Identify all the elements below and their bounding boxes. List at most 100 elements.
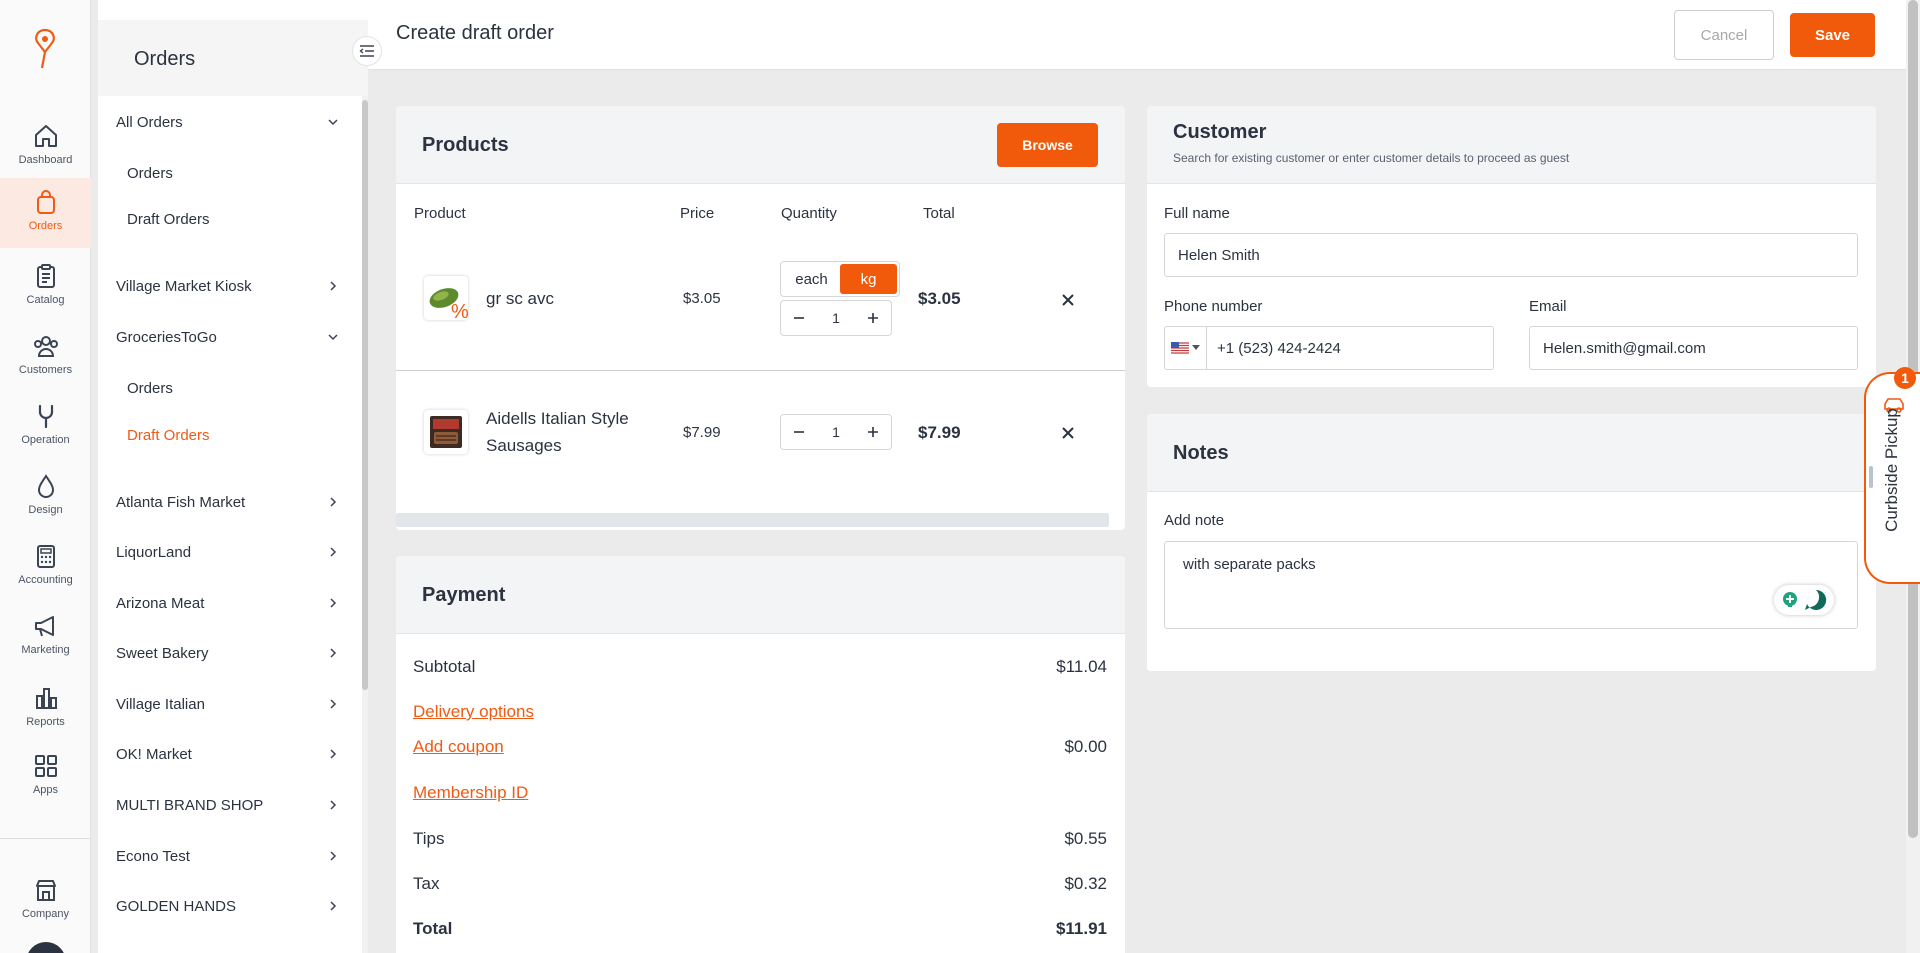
rail-label: Orders: [28, 220, 63, 232]
chevron-right-icon: [330, 648, 337, 658]
increment-button[interactable]: [863, 422, 883, 442]
rail-item-design[interactable]: Design: [0, 462, 91, 532]
nav-label: Sweet Bakery: [116, 644, 209, 662]
nav-store-item[interactable]: LiquorLand: [98, 532, 356, 572]
rail-item-apps[interactable]: Apps: [0, 742, 91, 812]
column-header-total: Total: [923, 205, 955, 222]
rail-item-reports[interactable]: Reports: [0, 674, 91, 744]
nav-label: OK! Market: [116, 745, 192, 763]
rail-item-company[interactable]: Company: [0, 866, 91, 936]
wrench-icon: [38, 404, 53, 429]
sidebar-title: Orders: [134, 48, 196, 70]
nav-store-item[interactable]: Sweet Bakery: [98, 633, 356, 673]
menu-collapse-icon: [359, 45, 374, 57]
rail-item-catalog[interactable]: Catalog: [0, 252, 91, 322]
total-label: Total: [413, 919, 453, 938]
note-textarea[interactable]: with separate packs: [1164, 541, 1858, 629]
browse-button[interactable]: Browse: [997, 123, 1098, 167]
nav-label: Econo Test: [116, 847, 190, 865]
nav-groceriestogo-orders[interactable]: Orders: [127, 380, 173, 397]
chevron-right-icon: [330, 497, 337, 507]
tax-label: Tax: [413, 874, 440, 893]
quantity-value[interactable]: 1: [832, 424, 840, 440]
rail-label: Reports: [26, 716, 65, 728]
nav-store-item[interactable]: Atlanta Fish Market: [98, 482, 356, 522]
unit-kg-option[interactable]: kg: [840, 264, 897, 294]
rail-label: Customers: [18, 364, 73, 376]
country-code-select[interactable]: [1164, 326, 1207, 370]
rail-item-operation[interactable]: Operation: [0, 392, 91, 462]
nav-label: GOLDEN HANDS: [116, 897, 237, 915]
nav-store-item[interactable]: MULTI BRAND SHOP: [98, 785, 356, 825]
sidebar-scrollbar-thumb[interactable]: [362, 100, 368, 690]
quantity-value[interactable]: 1: [832, 310, 840, 326]
note-assistant-widget[interactable]: [1774, 585, 1834, 615]
nav-all-orders[interactable]: All Orders: [98, 102, 356, 142]
rail-item-accounting[interactable]: Accounting: [0, 532, 91, 602]
chevron-right-icon: [330, 901, 337, 911]
full-name-field[interactable]: Helen Smith: [1164, 233, 1858, 277]
nav-label: Village Italian: [116, 695, 205, 713]
products-title: Products: [422, 134, 509, 156]
droplet-icon: [37, 474, 54, 498]
email-field[interactable]: Helen.smith@gmail.com: [1529, 326, 1858, 370]
total-value: $11.91: [1055, 919, 1107, 938]
svg-text:%: %: [451, 301, 468, 320]
rail-label: Company: [21, 908, 70, 920]
increment-button[interactable]: [863, 308, 883, 328]
chevron-right-icon: [330, 851, 337, 861]
curbside-drag-handle[interactable]: [1869, 466, 1873, 488]
unit-toggle: each kg: [780, 261, 900, 297]
curbside-count-badge: 1: [1894, 367, 1916, 389]
rail-item-dashboard[interactable]: Dashboard: [0, 112, 91, 182]
nav-store-item[interactable]: Econo Test: [98, 836, 356, 876]
membership-id-link[interactable]: Membership ID: [413, 783, 528, 803]
save-button[interactable]: Save: [1790, 13, 1875, 57]
remove-product-icon[interactable]: [1059, 291, 1077, 309]
delivery-options-link[interactable]: Delivery options: [413, 702, 534, 722]
full-name-label: Full name: [1164, 205, 1230, 222]
rail-label: Accounting: [18, 574, 73, 586]
customer-card-header: [1147, 106, 1876, 184]
nav-label: LiquorLand: [116, 543, 192, 561]
phone-number-field[interactable]: +1 (523) 424-2424: [1164, 326, 1494, 370]
rail-item-marketing[interactable]: Marketing: [0, 602, 91, 672]
decrement-button[interactable]: [789, 308, 809, 328]
rail-label: Operation: [21, 434, 70, 446]
unit-each-option[interactable]: each: [783, 264, 840, 294]
quantity-stepper: 1: [780, 414, 892, 450]
us-flag-icon: [1170, 342, 1189, 354]
column-header-price: Price: [680, 205, 715, 222]
decrement-button[interactable]: [789, 422, 809, 442]
nav-store-item[interactable]: OK! Market: [98, 734, 356, 774]
cancel-button[interactable]: Cancel: [1674, 10, 1774, 60]
nav-groceriestogo-draft-orders[interactable]: Draft Orders: [127, 427, 210, 444]
nav-all-orders-orders[interactable]: Orders: [127, 165, 173, 182]
customer-title: Customer: [1173, 121, 1267, 143]
nav-all-orders-draft-orders[interactable]: Draft Orders: [127, 211, 210, 228]
remove-product-icon[interactable]: [1059, 424, 1077, 442]
rail-item-customers[interactable]: Customers: [0, 322, 91, 392]
product-name: gr sc avc: [486, 289, 555, 308]
avocado-image: %: [429, 288, 468, 320]
nav-groceriestogo[interactable]: GroceriesToGo: [98, 317, 356, 357]
nav-store-item[interactable]: Village Italian: [98, 684, 356, 724]
ai-sparkle-icon: [1783, 592, 1797, 607]
calculator-icon: [36, 545, 55, 568]
caret-down-icon: [1191, 345, 1200, 350]
collapse-sidebar-button[interactable]: [352, 36, 382, 66]
notes-card-header: [1147, 414, 1876, 492]
rail-item-orders[interactable]: Orders: [0, 178, 91, 248]
products-horizontal-scrollbar[interactable]: [396, 513, 1109, 527]
chevron-down-icon: [328, 119, 338, 126]
nav-store-item[interactable]: Arizona Meat: [98, 583, 356, 623]
add-coupon-link[interactable]: Add coupon: [413, 737, 504, 757]
nav-village-market-kiosk[interactable]: Village Market Kiosk: [98, 266, 356, 306]
coupon-value: $0.00: [1064, 737, 1107, 756]
subtotal-label: Subtotal: [413, 657, 476, 676]
nav-store-item[interactable]: GOLDEN HANDS: [98, 886, 356, 926]
chevron-right-icon: [330, 281, 337, 291]
rail-label: Marketing: [21, 644, 70, 656]
product-total: $3.05: [918, 289, 961, 308]
chat-bubble-icon: [1805, 589, 1827, 610]
